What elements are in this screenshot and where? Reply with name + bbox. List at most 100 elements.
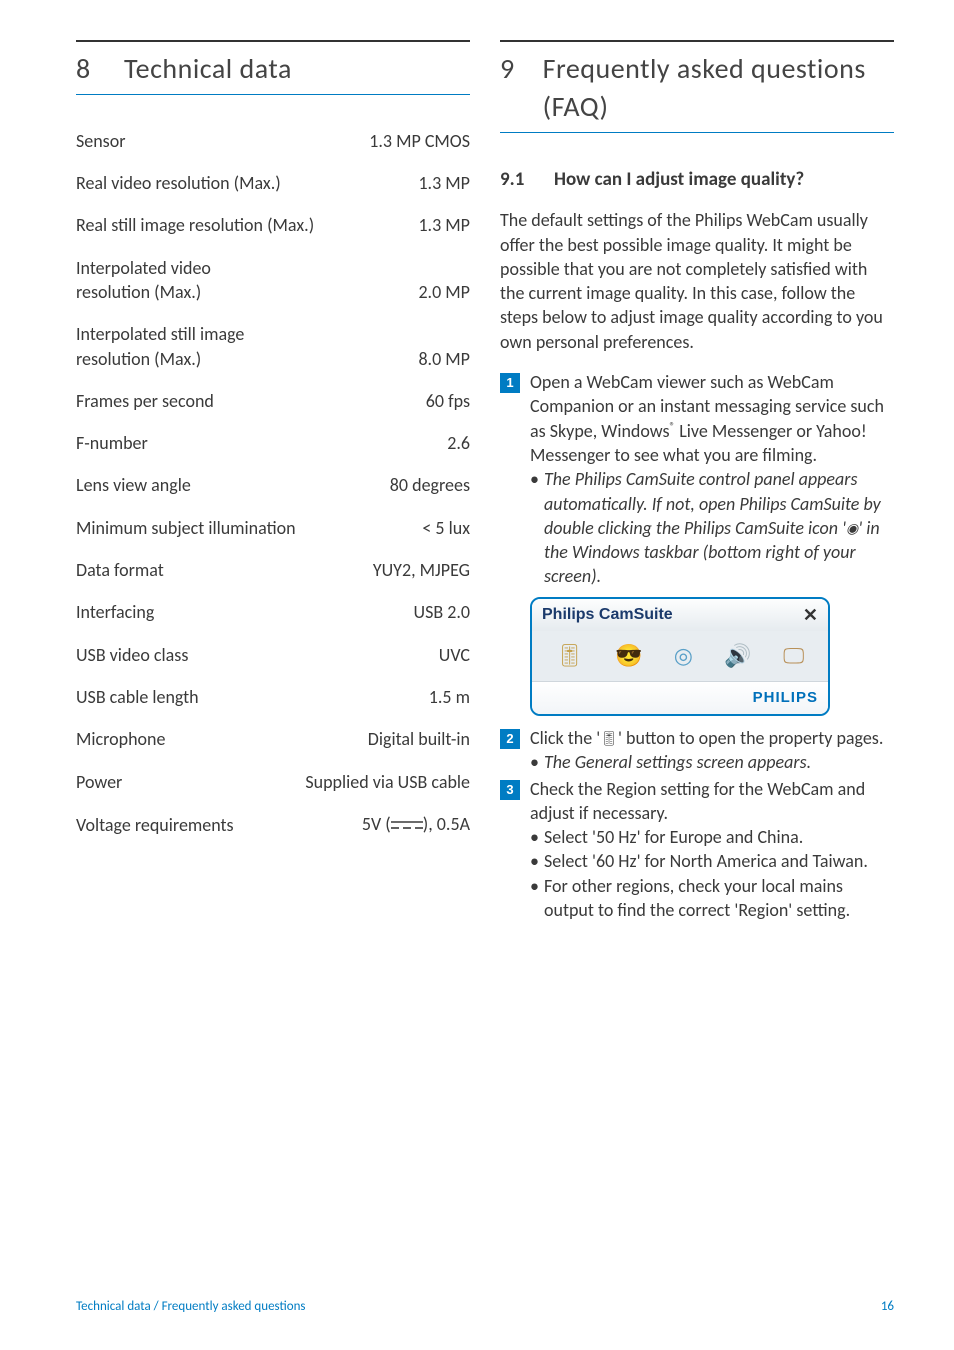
spec-label: Interfacing [76, 600, 154, 624]
spec-value: Digital built-in [368, 727, 470, 751]
step-1-badge: 1 [500, 373, 520, 393]
page-footer: Technical data / Frequently asked questi… [76, 1298, 894, 1316]
target-icon[interactable]: ◎ [674, 641, 693, 671]
step-3-bullet-2-text: Select '60 Hz' for North America and Tai… [544, 849, 868, 873]
spec-row: Power Supplied via USB cable [76, 770, 470, 794]
spec-label: Minimum subject illumination [76, 516, 296, 540]
spec-label: Sensor [76, 129, 126, 153]
spec-row: Microphone Digital built-in [76, 727, 470, 751]
voltage-suffix: ), 0.5A [423, 813, 470, 835]
spec-label: Microphone [76, 727, 165, 751]
spec-value: 1.3 MP CMOS [369, 129, 470, 153]
spec-label: F-number [76, 431, 148, 455]
spec-label: USB cable length [76, 685, 199, 709]
spec-row: Sensor 1.3 MP CMOS [76, 129, 470, 153]
spec-value: 1.3 MP [418, 171, 470, 195]
spec-label: Frames per second [76, 389, 214, 413]
face-icon[interactable]: 😎 [615, 641, 642, 671]
right-column: 9 Frequently asked questions (FAQ) 9.1 H… [500, 40, 894, 924]
footer-breadcrumb: Technical data / Frequently asked questi… [76, 1298, 306, 1316]
spec-label: Interpolated video resolution (Max.) [76, 256, 211, 305]
spec-value: 1.3 MP [418, 213, 470, 237]
bullet-icon: • [530, 750, 544, 774]
spec-label: Real video resolution (Max.) [76, 171, 281, 195]
spec-value: USB 2.0 [414, 600, 470, 624]
subsection-9-1-title: How can I adjust image quality? [554, 167, 804, 193]
step-1-note-a: The Philips CamSuite control panel appea… [544, 468, 881, 539]
spec-label-voltage: Voltage requirements [76, 813, 234, 837]
spec-value: 60 fps [426, 389, 470, 413]
step-3-bullet-1-text: Select '50 Hz' for Europe and China. [544, 825, 803, 849]
step-1-text: Open a WebCam viewer such as WebCam Comp… [530, 370, 894, 467]
step-3-badge: 3 [500, 780, 520, 800]
bullet-icon: • [530, 874, 544, 923]
settings-sliders-icon[interactable]: 🎚 [556, 641, 584, 671]
step-2-text-a: Click the ' [530, 727, 600, 749]
spec-row: Frames per second 60 fps [76, 389, 470, 413]
spec-row: Interpolated video resolution (Max.) 2.0 … [76, 256, 470, 305]
subsection-9-1-header: 9.1 How can I adjust image quality? [500, 167, 894, 193]
spec-row: Real video resolution (Max.) 1.3 MP [76, 171, 470, 195]
spec-value: 2.6 [447, 431, 470, 455]
step-3-bullet-1: • Select '50 Hz' for Europe and China. [530, 825, 894, 849]
spec-row: USB cable length 1.5 m [76, 685, 470, 709]
spec-row: Data formatYUY2, MJPEG [76, 558, 470, 582]
camsuite-toolbar: 🎚 😎 ◎ 🔊 🖵 [532, 631, 828, 681]
dc-symbol-icon [391, 814, 423, 835]
spec-value-voltage: 5V ( ), 0.5A [362, 812, 470, 837]
spec-row: Interpolated still image resolution (Max… [76, 322, 470, 371]
step-3-bullet-3: • For other regions, check your local ma… [530, 874, 894, 923]
step-2-badge: 2 [500, 729, 520, 749]
spec-row: Interfacing USB 2.0 [76, 600, 470, 624]
step-2-note: • The General settings screen appears. [530, 750, 894, 774]
spec-value: 80 degrees [390, 473, 470, 497]
camsuite-panel: Philips CamSuite ✕ 🎚 😎 ◎ 🔊 🖵 PHILIPS [530, 597, 830, 716]
voltage-prefix: 5V ( [362, 813, 391, 835]
step-3-bullet-2: • Select '60 Hz' for North America and T… [530, 849, 894, 873]
left-column: 8 Technical data Sensor 1.3 MP CMOS Real v… [76, 40, 470, 924]
spec-value: Supplied via USB cable [305, 770, 470, 794]
spec-value: UVC [439, 643, 470, 667]
speaker-icon[interactable]: 🔊 [724, 641, 751, 671]
step-1-note-text: The Philips CamSuite control panel appea… [544, 467, 894, 588]
spec-row: Minimum subject illumination < 5 lux [76, 516, 470, 540]
spec-row: Lens view angle 80 degrees [76, 473, 470, 497]
section-9-number: 9 [500, 50, 543, 88]
bullet-icon: • [530, 849, 544, 873]
step-3: 3 Check the Region setting for the WebCa… [500, 777, 894, 923]
spec-label: Data format [76, 558, 164, 582]
spec-label: USB video class [76, 643, 188, 667]
settings-button-icon: 🎚 [600, 730, 618, 749]
faq-intro-paragraph: The default settings of the Philips WebC… [500, 208, 894, 354]
spec-row-voltage: Voltage requirements 5V ( ), 0.5A [76, 812, 470, 837]
camsuite-brand: PHILIPS [532, 681, 828, 714]
section-9-title: Frequently asked questions (FAQ) [543, 50, 894, 126]
spec-row: F-number 2.6 [76, 431, 470, 455]
spec-value: < 5 lux [422, 516, 470, 540]
step-2-text-b: ' button to open the property pages. [618, 727, 883, 749]
section-9-header: 9 Frequently asked questions (FAQ) [500, 40, 894, 133]
spec-label: Real still image resolution (Max.) [76, 213, 314, 237]
section-8-header: 8 Technical data [76, 40, 470, 95]
close-icon[interactable]: ✕ [803, 603, 818, 627]
spec-label: Lens view angle [76, 473, 191, 497]
step-3-bullet-3-text: For other regions, check your local main… [544, 874, 894, 923]
frame-icon[interactable]: 🖵 [783, 641, 804, 671]
section-8-title: Technical data [124, 50, 292, 88]
section-8-number: 8 [76, 50, 124, 88]
step-2-text: Click the '🎚' button to open the propert… [530, 726, 894, 750]
bullet-icon: • [530, 467, 544, 588]
spec-row: USB video class UVC [76, 643, 470, 667]
subsection-9-1-number: 9.1 [500, 167, 554, 193]
step-2: 2 Click the '🎚' button to open the prope… [500, 726, 894, 775]
spec-label: Power [76, 770, 122, 794]
spec-row: Real still image resolution (Max.) 1.3 MP [76, 213, 470, 237]
spec-label: Interpolated still image resolution (Max… [76, 322, 244, 371]
spec-value: 1.5 m [429, 685, 470, 709]
step-2-note-text: The General settings screen appears. [544, 750, 811, 774]
footer-page-number: 16 [881, 1298, 894, 1316]
spec-value: 2.0 MP [418, 280, 470, 304]
step-1-note: • The Philips CamSuite control panel app… [530, 467, 894, 588]
step-3-text: Check the Region setting for the WebCam … [530, 777, 894, 826]
step-1: 1 Open a WebCam viewer such as WebCam Co… [500, 370, 894, 589]
